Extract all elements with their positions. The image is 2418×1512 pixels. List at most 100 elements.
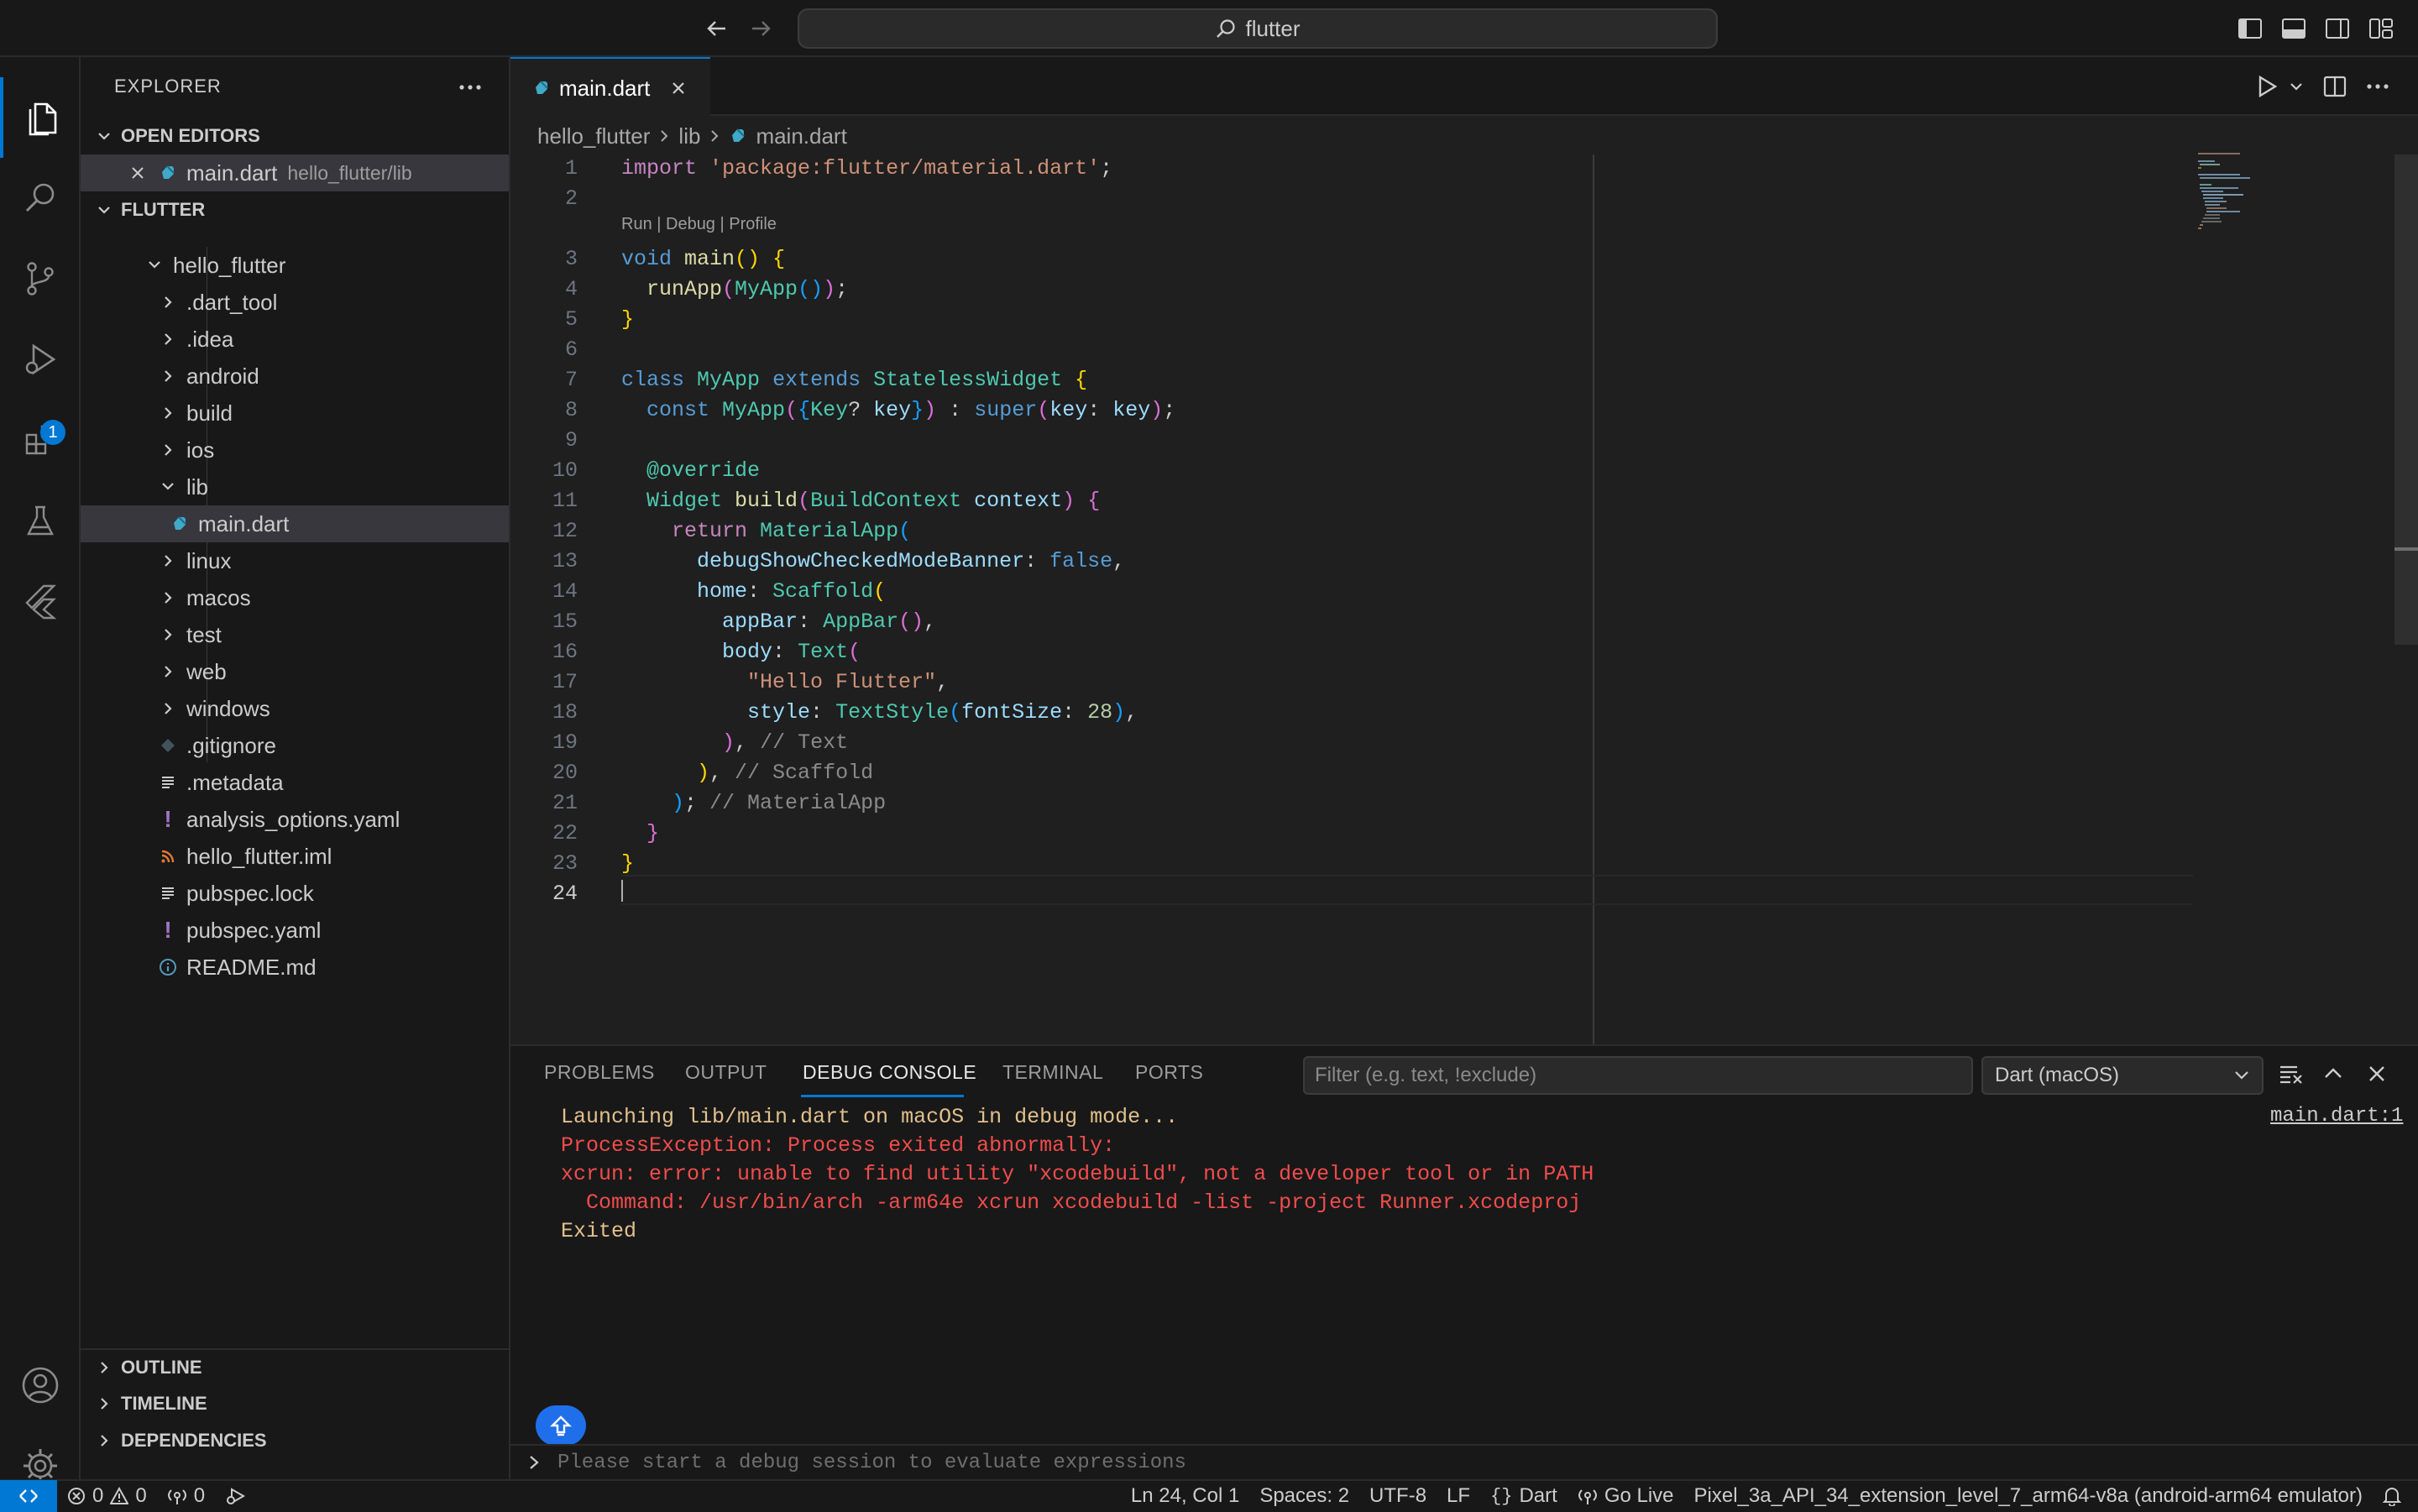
tree-item-dart-tool[interactable]: .dart_tool	[81, 284, 509, 321]
code-line-23[interactable]: }	[621, 851, 634, 876]
code-line-15[interactable]: appBar: AppBar(),	[621, 610, 936, 634]
close-tab-icon[interactable]	[670, 80, 687, 97]
code-line-22[interactable]: }	[621, 821, 659, 845]
code-line-12[interactable]: return MaterialApp(	[621, 519, 911, 543]
console-filter-input[interactable]: Filter (e.g. text, !exclude)	[1303, 1056, 1973, 1095]
clear-console-icon[interactable]	[2279, 1063, 2304, 1085]
tree-item-metadata[interactable]: .metadata	[81, 764, 509, 801]
tab-output[interactable]: OUTPUT	[685, 1061, 767, 1084]
tree-item-hello-flutter-iml[interactable]: hello_flutter.iml	[81, 838, 509, 875]
split-editor-icon[interactable]	[2322, 74, 2347, 99]
run-icon[interactable]	[2255, 74, 2279, 99]
tree-item-pubspec-yaml[interactable]: ! pubspec.yaml	[81, 912, 509, 949]
testing-icon[interactable]	[0, 480, 81, 561]
tab-terminal[interactable]: TERMINAL	[1002, 1061, 1103, 1084]
problems-status[interactable]: 0 0	[57, 1484, 157, 1508]
outline-section[interactable]: OUTLINE	[81, 1348, 509, 1385]
timeline-section[interactable]: TIMELINE	[81, 1385, 509, 1422]
breadcrumb-item[interactable]: lib	[678, 123, 700, 149]
tree-item-windows[interactable]: windows	[81, 690, 509, 727]
explorer-icon[interactable]	[0, 77, 81, 158]
debug-session-select[interactable]: Dart (macOS)	[1981, 1056, 2264, 1095]
source-link[interactable]: main.dart:1	[2270, 1105, 2403, 1127]
debug-eval-input[interactable]: Please start a debug session to evaluate…	[510, 1444, 2418, 1479]
code-line-16[interactable]: body: Text(	[621, 640, 861, 664]
tree-item-main-dart[interactable]: main.dart	[81, 505, 509, 542]
tree-item-build[interactable]: build	[81, 395, 509, 432]
code-line-18[interactable]: style: TextStyle(fontSize: 28),	[621, 700, 1138, 725]
run-options-chevron-icon[interactable]	[2289, 81, 2304, 92]
breadcrumb-item[interactable]: main.dart	[756, 123, 846, 149]
breadcrumb-item[interactable]: hello_flutter	[537, 123, 650, 149]
toggle-secondary-sidebar-icon[interactable]	[2321, 12, 2354, 45]
indentation-status[interactable]: Spaces: 2	[1249, 1484, 1359, 1508]
eol-status[interactable]: LF	[1437, 1484, 1480, 1508]
codelens-run-debug-profile[interactable]: Run | Debug | Profile	[621, 215, 777, 234]
remote-indicator-icon[interactable]	[0, 1480, 57, 1512]
tab-main-dart[interactable]: main.dart	[510, 57, 710, 118]
code-line-7[interactable]: class MyApp extends StatelessWidget {	[621, 368, 1087, 392]
tree-item-analysis-options-yaml[interactable]: ! analysis_options.yaml	[81, 801, 509, 838]
code-line-1[interactable]: import 'package:flutter/material.dart';	[621, 156, 1112, 180]
code-line-10[interactable]: @override	[621, 458, 760, 483]
code-line-5[interactable]: }	[621, 307, 634, 332]
tree-item-test[interactable]: test	[81, 616, 509, 653]
editor-more-actions-icon[interactable]	[2364, 81, 2391, 92]
code-line-17[interactable]: "Hello Flutter",	[621, 670, 949, 694]
open-editors-section[interactable]: OPEN EDITORS	[81, 118, 509, 154]
tree-item-ios[interactable]: ios	[81, 432, 509, 468]
forward-arrow-icon[interactable]	[744, 12, 777, 45]
ports-status[interactable]: 0	[157, 1484, 215, 1508]
open-editor-item[interactable]: main.dart hello_flutter/lib	[81, 154, 509, 191]
tab-debug-console[interactable]: DEBUG CONSOLE	[803, 1061, 976, 1084]
code-line-3[interactable]: void main() {	[621, 247, 785, 271]
code-line-13[interactable]: debugShowCheckedModeBanner: false,	[621, 549, 1125, 573]
tree-item-readme-md[interactable]: README.md	[81, 949, 509, 986]
run-and-debug-icon[interactable]	[0, 319, 81, 400]
tree-item-idea[interactable]: .idea	[81, 321, 509, 358]
code-line-8[interactable]: const MyApp({Key? key}) : super(key: key…	[621, 398, 1175, 422]
source-control-icon[interactable]	[0, 238, 81, 319]
close-panel-icon[interactable]	[2366, 1063, 2388, 1085]
more-actions-icon[interactable]	[457, 77, 484, 97]
tree-item-lib[interactable]: lib	[81, 468, 509, 505]
toggle-panel-icon[interactable]	[2277, 12, 2311, 45]
code-line-14[interactable]: home: Scaffold(	[621, 579, 886, 604]
language-mode[interactable]: {} Dart	[1480, 1484, 1568, 1508]
command-center-search[interactable]: flutter	[798, 8, 1718, 49]
tree-item-gitignore[interactable]: .gitignore	[81, 727, 509, 764]
notifications-bell-icon[interactable]	[2373, 1486, 2418, 1506]
tab-ports[interactable]: PORTS	[1135, 1061, 1203, 1084]
tree-item-web[interactable]: web	[81, 653, 509, 690]
code-line-19[interactable]: ), // Text	[621, 730, 848, 755]
flutter-icon[interactable]	[0, 561, 81, 641]
accounts-icon[interactable]	[0, 1345, 81, 1426]
encoding-status[interactable]: UTF-8	[1359, 1484, 1437, 1508]
toggle-primary-sidebar-icon[interactable]	[2233, 12, 2267, 45]
extensions-icon[interactable]	[0, 400, 81, 480]
cursor-position[interactable]: Ln 24, Col 1	[1121, 1484, 1249, 1508]
code-line-4[interactable]: runApp(MyApp());	[621, 277, 848, 301]
code-line-20[interactable]: ), // Scaffold	[621, 761, 873, 785]
minimap[interactable]	[2196, 151, 2297, 243]
tree-item-android[interactable]: android	[81, 358, 509, 395]
tree-item-hello-flutter[interactable]: hello_flutter	[81, 247, 509, 284]
floating-hotspot-button[interactable]	[536, 1405, 586, 1446]
code-line-11[interactable]: Widget build(BuildContext context) {	[621, 489, 1100, 513]
close-icon[interactable]	[126, 165, 149, 180]
code-line-21[interactable]: ); // MaterialApp	[621, 791, 886, 815]
search-icon[interactable]	[0, 158, 81, 238]
tree-item-linux[interactable]: linux	[81, 542, 509, 579]
device-selector[interactable]: Pixel_3a_API_34_extension_level_7_arm64-…	[1684, 1484, 2373, 1508]
back-arrow-icon[interactable]	[700, 12, 734, 45]
go-live-button[interactable]: Go Live	[1568, 1484, 1684, 1508]
editor-vertical-scrollbar[interactable]	[2394, 154, 2418, 645]
customize-layout-icon[interactable]	[2364, 12, 2398, 45]
tree-item-macos[interactable]: macos	[81, 579, 509, 616]
debug-status-icon[interactable]	[215, 1487, 257, 1505]
flutter-folder-section[interactable]: FLUTTER	[81, 191, 509, 228]
dependencies-section[interactable]: DEPENDENCIES	[81, 1422, 509, 1459]
tree-item-pubspec-lock[interactable]: pubspec.lock	[81, 875, 509, 912]
maximize-panel-icon[interactable]	[2322, 1065, 2344, 1083]
tab-problems[interactable]: PROBLEMS	[544, 1061, 655, 1084]
